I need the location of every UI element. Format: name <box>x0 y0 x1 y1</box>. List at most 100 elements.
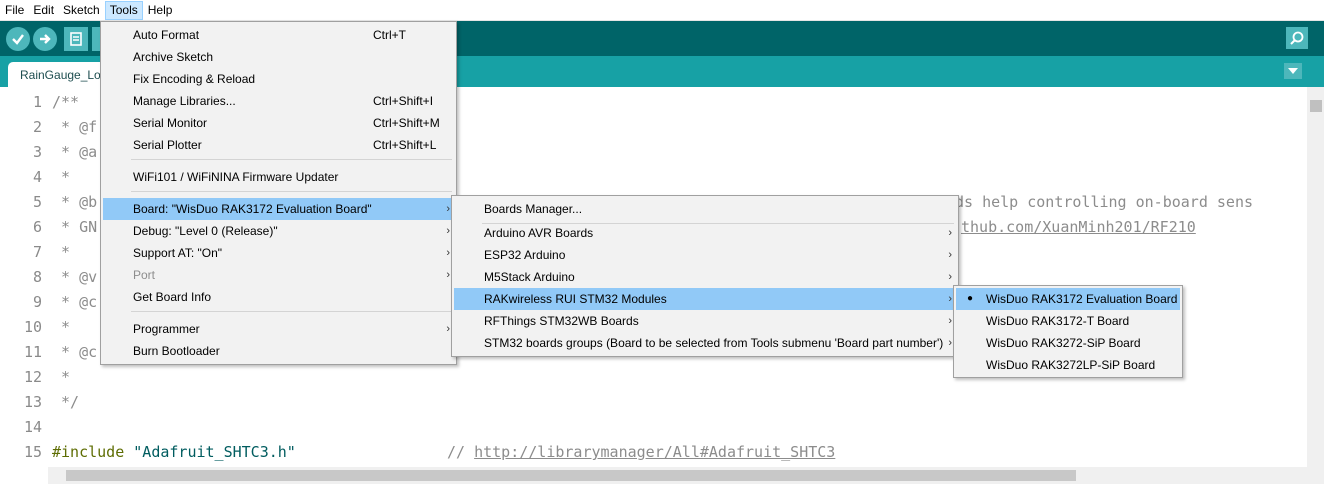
line-number: 9 <box>32 293 42 311</box>
upload-button[interactable] <box>33 27 57 51</box>
file-icon <box>70 32 82 46</box>
menu-item-serial-plotter[interactable]: Serial Plotter Ctrl+Shift+L <box>103 134 454 156</box>
chevron-right-icon: › <box>446 225 450 237</box>
menu-item-serial-monitor[interactable]: Serial Monitor Ctrl+Shift+M <box>103 112 454 134</box>
open-button[interactable] <box>92 27 100 51</box>
include-string: "Adafruit_SHTC3.h" <box>133 443 296 461</box>
chevron-down-icon <box>1288 68 1298 74</box>
include-keyword: #include <box>52 443 125 461</box>
include-comment: // http://librarymanager/All#Adafruit_SH… <box>447 440 835 465</box>
menu-item-m5stack-arduino[interactable]: M5Stack Arduino › <box>454 266 956 288</box>
menu-help[interactable]: Help <box>144 1 177 20</box>
line-number: 4 <box>32 168 42 186</box>
comment-marker: // <box>447 443 466 461</box>
menu-bar: File Edit Sketch Tools Help <box>0 0 1324 21</box>
menu-item-board[interactable]: Board: "WisDuo RAK3172 Evaluation Board"… <box>103 198 454 220</box>
menu-item-stm32-boards-groups[interactable]: STM32 boards groups (Board to be selecte… <box>454 332 956 354</box>
verify-button[interactable] <box>6 27 30 51</box>
chevron-right-icon: › <box>446 323 450 335</box>
code-line: * <box>52 318 71 336</box>
chevron-right-icon: › <box>948 315 952 327</box>
menu-separator <box>131 191 452 192</box>
menu-item-get-board-info[interactable]: Get Board Info <box>103 286 454 308</box>
menu-item-arduino-avr-boards[interactable]: Arduino AVR Boards › <box>454 222 956 244</box>
serial-monitor-button[interactable] <box>1286 27 1308 49</box>
line-number: 1 <box>32 93 42 111</box>
menu-item-rakwireless-rui-stm32[interactable]: RAKwireless RUI STM32 Modules › <box>454 288 956 310</box>
code-line: * <box>52 243 71 261</box>
menu-item-port: Port › <box>103 264 454 286</box>
code-line: * @v <box>52 268 98 286</box>
chevron-right-icon: › <box>948 227 952 239</box>
chevron-right-icon: › <box>446 247 450 259</box>
line-number-gutter: 1 2 3 4 5 6 7 8 9 10 11 12 13 14 15 <box>0 87 48 467</box>
radio-bullet-icon: ● <box>967 293 974 304</box>
menu-item-esp32-arduino[interactable]: ESP32 Arduino › <box>454 244 956 266</box>
menu-item-programmer[interactable]: Programmer › <box>103 318 454 340</box>
line-number: 15 <box>23 443 42 461</box>
menu-item-manage-libraries[interactable]: Manage Libraries... Ctrl+Shift+I <box>103 90 454 112</box>
chevron-right-icon: › <box>948 249 952 261</box>
code-line: * @f <box>52 118 98 136</box>
menu-item-rak3272lp-sip[interactable]: WisDuo RAK3272LP-SiP Board <box>956 354 1180 376</box>
library-manager-link[interactable]: http://librarymanager/All#Adafruit_SHTC3 <box>474 443 835 461</box>
menu-item-support-at[interactable]: Support AT: "On" › <box>103 242 454 264</box>
code-line: */ <box>52 393 80 411</box>
line-number: 7 <box>32 243 42 261</box>
line-number: 2 <box>32 118 42 136</box>
menu-item-rak3172-evaluation[interactable]: ● WisDuo RAK3172 Evaluation Board <box>956 288 1180 310</box>
code-line: * @a <box>52 143 98 161</box>
code-line: * GN <box>52 218 98 236</box>
rak-boards-submenu: ● WisDuo RAK3172 Evaluation Board WisDuo … <box>953 285 1183 378</box>
tab-sketch[interactable]: RainGauge_Lo <box>8 62 108 87</box>
scroll-thumb[interactable] <box>1310 100 1322 112</box>
tab-menu-button[interactable] <box>1284 63 1302 79</box>
arrow-right-icon <box>40 34 51 44</box>
boards-submenu: Boards Manager... Arduino AVR Boards › ES… <box>451 195 959 357</box>
code-fragment-link[interactable]: thub.com/XuanMinh201/RF210 <box>961 215 1196 240</box>
line-number: 10 <box>23 318 42 336</box>
chevron-right-icon: › <box>948 293 952 305</box>
line-number: 6 <box>32 218 42 236</box>
menu-item-burn-bootloader[interactable]: Burn Bootloader <box>103 340 454 362</box>
horizontal-scrollbar[interactable] <box>48 467 1307 484</box>
tools-menu: Auto Format Ctrl+T Archive Sketch Fix Enc… <box>100 21 457 365</box>
menu-tools[interactable]: Tools <box>104 0 143 20</box>
code-line-include: #include "Adafruit_SHTC3.h" <box>52 440 296 465</box>
line-number: 3 <box>32 143 42 161</box>
menu-edit[interactable]: Edit <box>29 1 58 20</box>
line-number: 14 <box>23 418 42 436</box>
line-number: 11 <box>23 343 42 361</box>
menu-item-archive-sketch[interactable]: Archive Sketch <box>103 46 454 68</box>
line-number: 5 <box>32 193 42 211</box>
menu-item-boards-manager[interactable]: Boards Manager... <box>454 198 956 220</box>
menu-item-rak3272-sip[interactable]: WisDuo RAK3272-SiP Board <box>956 332 1180 354</box>
magnifier-icon <box>1290 31 1304 45</box>
code-line: /** <box>52 93 80 111</box>
menu-item-auto-format[interactable]: Auto Format Ctrl+T <box>103 24 454 46</box>
chevron-right-icon: › <box>948 337 952 349</box>
scrollbar-corner <box>1307 467 1324 484</box>
code-line: * @c <box>52 293 98 311</box>
line-number: 8 <box>32 268 42 286</box>
check-icon <box>12 34 24 45</box>
menu-item-fix-encoding[interactable]: Fix Encoding & Reload <box>103 68 454 90</box>
code-line: * <box>52 368 71 386</box>
menu-item-debug[interactable]: Debug: "Level 0 (Release)" › <box>103 220 454 242</box>
chevron-right-icon: › <box>446 269 450 281</box>
menu-item-firmware-updater[interactable]: WiFi101 / WiFiNINA Firmware Updater <box>103 166 454 188</box>
menu-item-rfthings-stm32wb[interactable]: RFThings STM32WB Boards › <box>454 310 956 332</box>
vertical-scrollbar[interactable] <box>1307 87 1324 467</box>
scroll-thumb[interactable] <box>66 470 1076 481</box>
menu-sketch[interactable]: Sketch <box>59 1 104 20</box>
menu-separator <box>131 311 452 312</box>
code-line: * <box>52 168 71 186</box>
menu-separator <box>131 159 452 160</box>
menu-file[interactable]: File <box>1 1 28 20</box>
line-number: 13 <box>23 393 42 411</box>
new-button[interactable] <box>64 27 88 51</box>
chevron-right-icon: › <box>446 203 450 215</box>
menu-item-rak3172-t[interactable]: WisDuo RAK3172-T Board <box>956 310 1180 332</box>
code-line: * @c <box>52 343 98 361</box>
chevron-right-icon: › <box>948 271 952 283</box>
